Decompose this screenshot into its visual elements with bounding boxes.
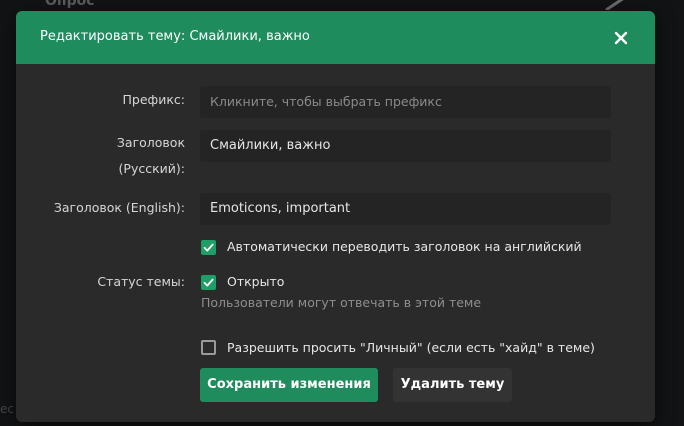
auto-translate-checkbox[interactable] [201,240,216,255]
dialog-title: Редактировать тему: Смайлики, важно [40,29,310,44]
status-hint: Пользователи могут отвечать в этой теме [201,295,482,310]
status-open-label[interactable]: Открыто [227,274,284,290]
delete-thread-button[interactable]: Удалить тему [393,368,512,402]
check-icon [203,243,214,252]
title-en-input[interactable]: Emoticons, important [200,193,611,225]
title-en-label: Заголовок (English): [53,200,185,215]
allow-personal-label[interactable]: Разрешить просить "Личный" (если есть "х… [227,340,595,356]
title-ru-label-line1: Заголовок [116,135,185,150]
background-edge-text: ес [0,402,14,416]
close-icon[interactable] [610,27,632,49]
dialog-header: Редактировать тему: Смайлики, важно [16,11,655,64]
auto-translate-label[interactable]: Автоматически переводить заголовок на ан… [227,239,582,255]
save-changes-button[interactable]: Сохранить изменения [200,368,378,402]
title-ru-label-line2: (Русский): [118,161,185,176]
edit-thread-dialog: Редактировать тему: Смайлики, важно Преф… [16,11,655,422]
title-ru-input[interactable]: Смайлики, важно [200,130,611,162]
status-label: Статус темы: [97,274,185,289]
check-icon [203,278,214,287]
allow-personal-checkbox[interactable] [201,340,216,355]
prefix-select[interactable]: Кликните, чтобы выбрать префикс [200,86,611,118]
background-heading: Опрос [45,0,95,9]
status-open-checkbox[interactable] [201,275,216,290]
pencil-icon [605,0,624,10]
prefix-label: Префикс: [122,92,185,107]
